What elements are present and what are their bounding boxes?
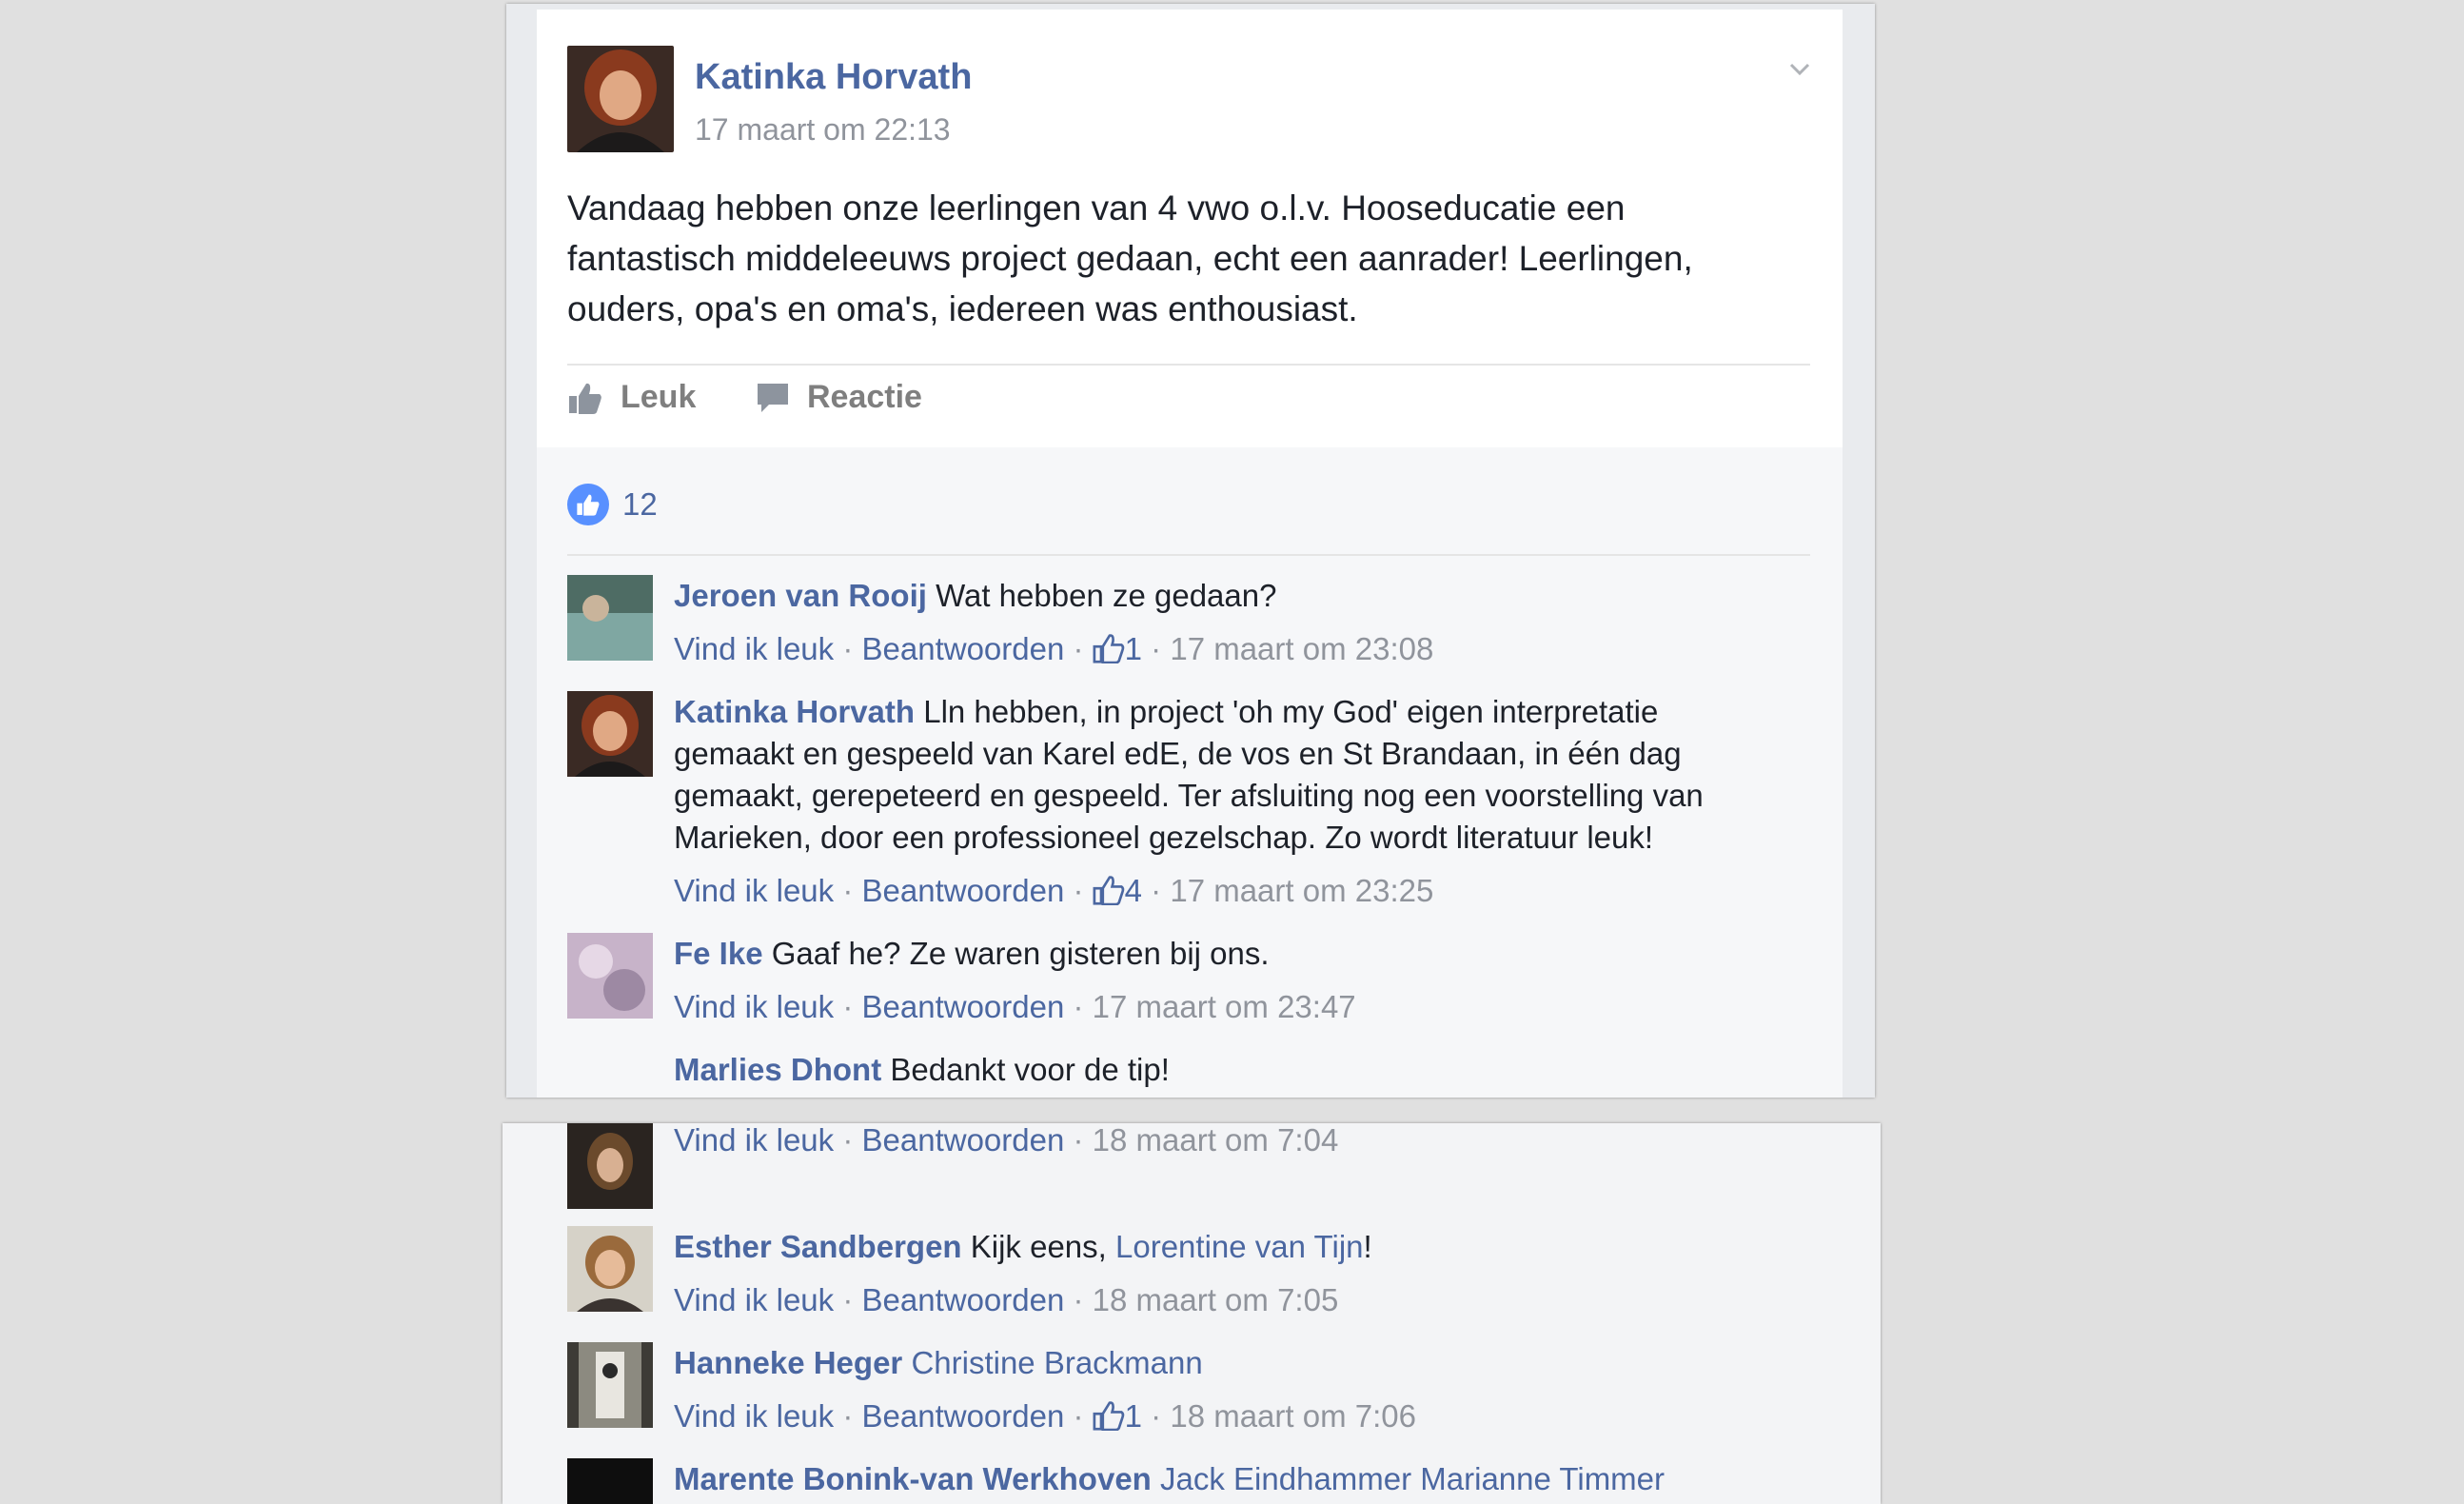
chevron-down-icon[interactable]: [1789, 59, 1810, 80]
commenter-avatar[interactable]: [567, 691, 653, 777]
post-panel-top: Katinka Horvath 17 maart om 22:13 Vandaa…: [506, 4, 1875, 1098]
like-reaction-icon: [567, 484, 609, 525]
separator: ·: [834, 873, 862, 908]
post-author-name[interactable]: Katinka Horvath: [695, 57, 972, 98]
comment-meta: Vind ik leuk · Beantwoorden · 18 maart o…: [674, 1279, 1768, 1321]
commenter-avatar[interactable]: [567, 933, 653, 1019]
comment-text: Kijk eens,: [961, 1229, 1115, 1264]
commenter-name[interactable]: Hanneke Heger: [674, 1345, 902, 1380]
comment-text: Gaaf he? Ze waren gisteren bij ons.: [762, 936, 1270, 971]
like-button[interactable]: Leuk: [567, 379, 696, 416]
commenter-avatar[interactable]: [567, 1342, 653, 1428]
commenter-avatar[interactable]: [567, 1458, 653, 1504]
post-panel-bottom: Vind ik leuk · Beantwoorden · 18 maart o…: [503, 1123, 1881, 1504]
commenter-name[interactable]: Fe Ike: [674, 936, 763, 971]
thumbs-up-icon: [1093, 876, 1124, 905]
like-count: 12: [622, 486, 658, 522]
comment-button[interactable]: Reactie: [756, 379, 922, 416]
reply-link[interactable]: Beantwoorden: [862, 1282, 1065, 1317]
commenter-name[interactable]: Katinka Horvath: [674, 694, 915, 729]
comment-meta: Vind ik leuk · Beantwoorden · 17 maart o…: [674, 986, 1768, 1028]
mention-link[interactable]: Lorentine van Tijn: [1115, 1229, 1364, 1264]
comment-meta: Vind ik leuk · Beantwoorden · 4 · 17 maa…: [674, 870, 1768, 912]
separator: ·: [834, 631, 862, 666]
comment-time[interactable]: 18 maart om 7:06: [1170, 1398, 1416, 1434]
like-comment-link[interactable]: Vind ik leuk: [674, 873, 834, 908]
comment-time[interactable]: 17 maart om 23:25: [1170, 873, 1433, 908]
separator: ·: [1064, 1398, 1093, 1434]
separator: ·: [1142, 873, 1171, 908]
commenter-avatar[interactable]: [567, 575, 653, 661]
like-comment-link[interactable]: Vind ik leuk: [674, 1123, 834, 1158]
comment-time[interactable]: 18 maart om 7:04: [1093, 1123, 1339, 1158]
reply-link[interactable]: Beantwoorden: [862, 873, 1065, 908]
post-timestamp[interactable]: 17 maart om 22:13: [695, 112, 951, 148]
commenter-avatar[interactable]: [567, 1226, 653, 1312]
separator: ·: [834, 1123, 862, 1158]
comments-section: 12 Jeroen van Rooij Wat hebben ze gedaan…: [537, 447, 1843, 1098]
separator: ·: [834, 1282, 862, 1317]
separator: ·: [834, 1398, 862, 1434]
comment-text-suffix: !: [1363, 1229, 1372, 1264]
comment-time[interactable]: 18 maart om 7:05: [1093, 1282, 1339, 1317]
thumbs-up-icon: [569, 383, 601, 414]
like-label: Leuk: [621, 379, 697, 415]
mention-link[interactable]: Christine Brackmann: [911, 1345, 1202, 1380]
comment-like-count[interactable]: 4: [1125, 873, 1142, 908]
divider: [567, 554, 1810, 556]
like-comment-link[interactable]: Vind ik leuk: [674, 1282, 834, 1317]
comment-meta: Vind ik leuk · Beantwoorden · 1 · 17 maa…: [674, 628, 1768, 670]
separator: ·: [1064, 1123, 1093, 1158]
comment-like-count[interactable]: 1: [1125, 631, 1142, 666]
separator: ·: [1142, 631, 1171, 666]
separator: ·: [1064, 631, 1093, 666]
comment-text: Bedankt voor de tip!: [881, 1052, 1170, 1087]
separator: ·: [1064, 989, 1093, 1024]
reply-link[interactable]: Beantwoorden: [862, 989, 1065, 1024]
comment-like-count[interactable]: 1: [1125, 1398, 1142, 1434]
commenter-name[interactable]: Marente Bonink-van Werkhoven: [674, 1461, 1152, 1496]
thumbs-up-icon: [1093, 634, 1124, 663]
like-comment-link[interactable]: Vind ik leuk: [674, 1398, 834, 1434]
separator: ·: [1064, 873, 1093, 908]
comment-text: Wat hebben ze gedaan?: [926, 578, 1277, 613]
mention-link[interactable]: Jack Eindhammer Marianne Timmer: [1160, 1461, 1665, 1496]
comment-meta: Vind ik leuk · Beantwoorden · 18 maart o…: [674, 1123, 1768, 1161]
like-comment-link[interactable]: Vind ik leuk: [674, 631, 834, 666]
divider: [567, 364, 1810, 366]
comment-label: Reactie: [807, 379, 922, 415]
like-comment-link[interactable]: Vind ik leuk: [674, 989, 834, 1024]
commenter-name[interactable]: Esther Sandbergen: [674, 1229, 962, 1264]
comment-icon: [758, 383, 788, 412]
reply-link[interactable]: Beantwoorden: [862, 1398, 1065, 1434]
comment-time[interactable]: 17 maart om 23:47: [1093, 989, 1356, 1024]
reply-link[interactable]: Beantwoorden: [862, 631, 1065, 666]
author-avatar[interactable]: [567, 46, 674, 152]
separator: ·: [834, 989, 862, 1024]
comment-time[interactable]: 17 maart om 23:08: [1170, 631, 1433, 666]
commenter-avatar[interactable]: [567, 1123, 653, 1209]
commenter-name[interactable]: Marlies Dhont: [674, 1052, 881, 1087]
post-text: Vandaag hebben onze leerlingen van 4 vwo…: [567, 188, 1693, 328]
separator: ·: [1064, 1282, 1093, 1317]
thumbs-up-icon: [1093, 1401, 1124, 1431]
reply-link[interactable]: Beantwoorden: [862, 1123, 1065, 1158]
like-summary[interactable]: 12: [567, 484, 658, 525]
post-card: Katinka Horvath 17 maart om 22:13 Vandaa…: [537, 10, 1843, 1098]
commenter-name[interactable]: Jeroen van Rooij: [674, 578, 927, 613]
separator: ·: [1142, 1398, 1171, 1434]
comment-meta: Vind ik leuk · Beantwoorden · 1 · 18 maa…: [674, 1395, 1768, 1437]
